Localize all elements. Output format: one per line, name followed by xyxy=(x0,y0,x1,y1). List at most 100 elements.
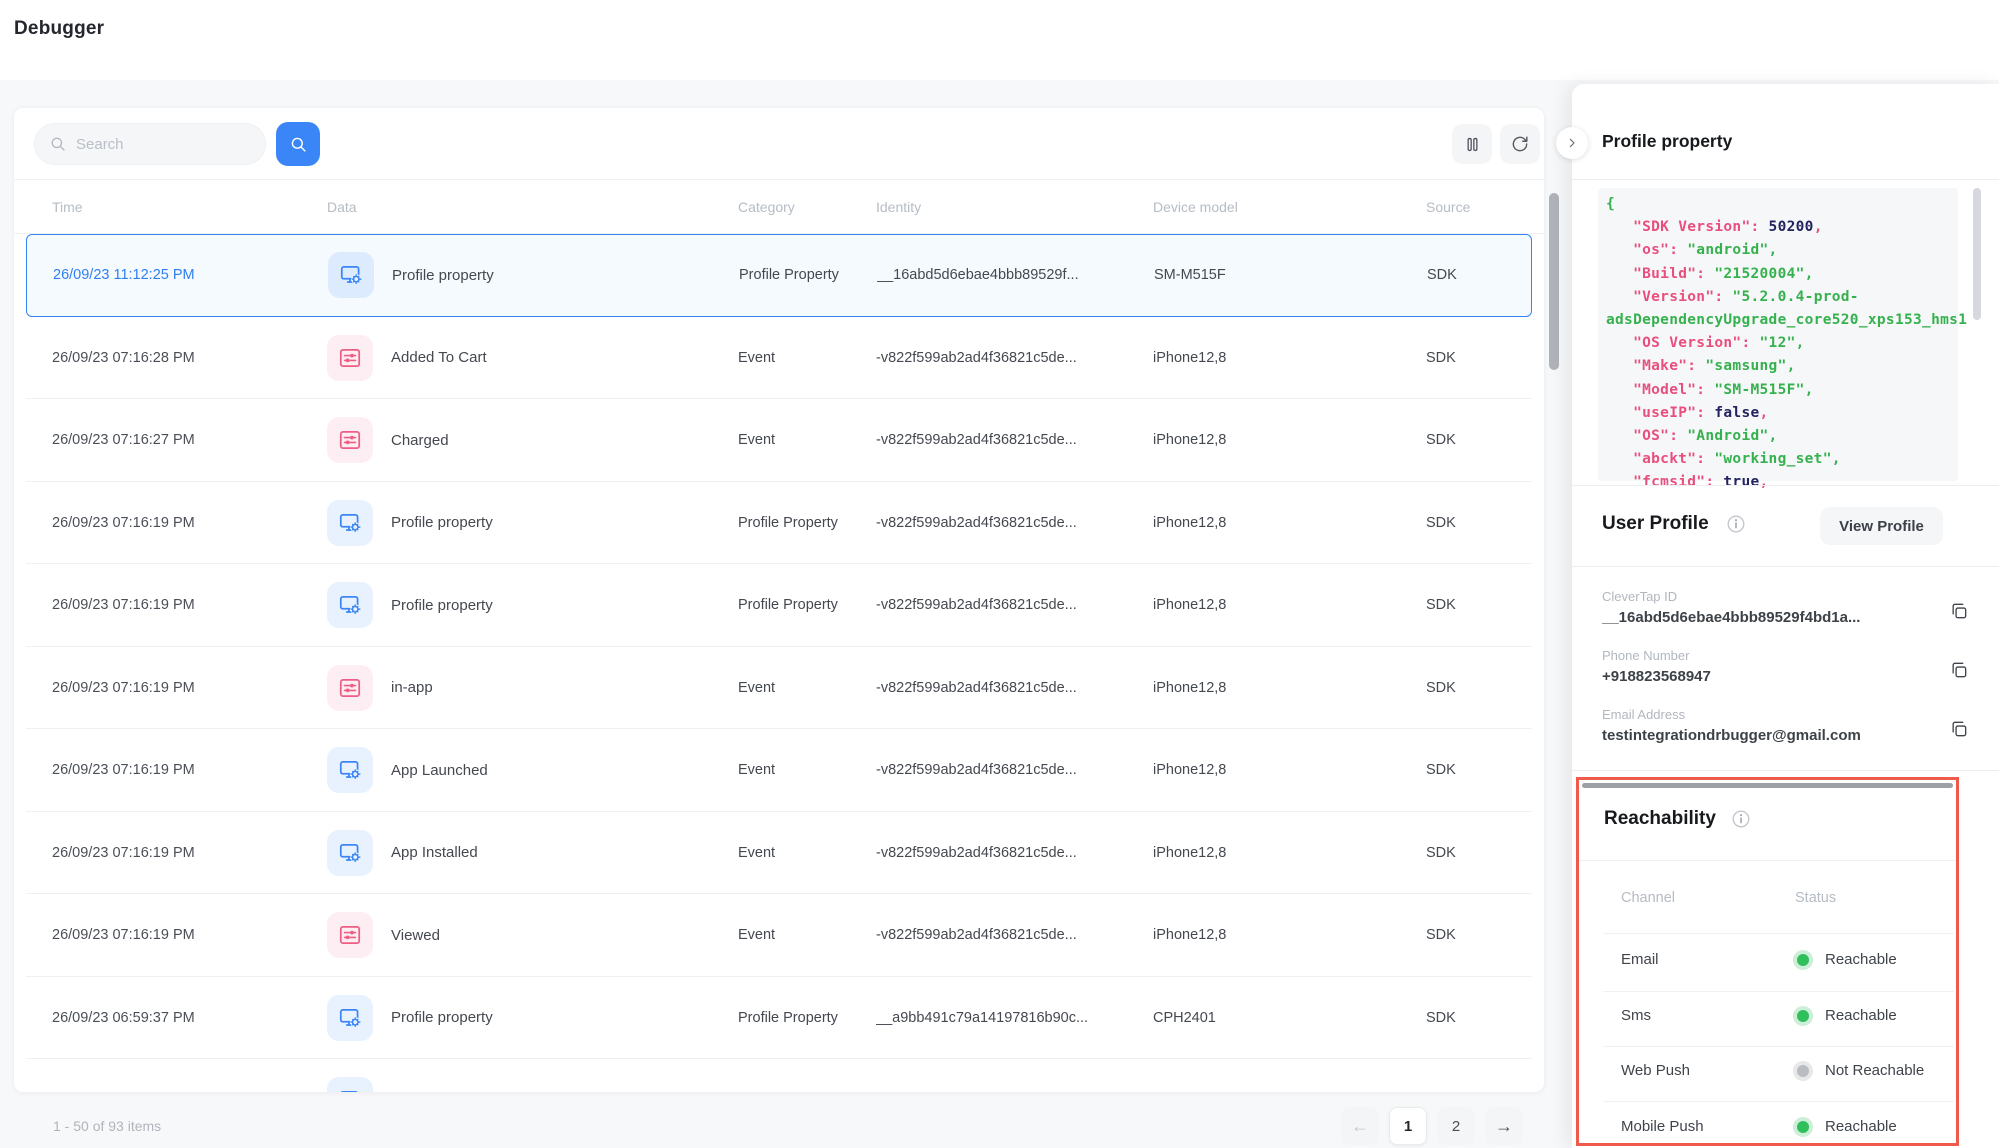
search-icon xyxy=(49,135,67,153)
profile-field-phone-number: Phone Number+918823568947 xyxy=(1602,648,1969,689)
reachability-info-icon[interactable] xyxy=(1730,808,1752,830)
cell-data: in-app xyxy=(327,665,738,711)
cell-time: 26/09/23 07:16:19 PM xyxy=(52,515,327,531)
table-row-partial[interactable] xyxy=(26,1059,1532,1093)
user-profile-info-icon[interactable] xyxy=(1725,513,1747,535)
cell-category: Event xyxy=(738,845,876,861)
cell-category: Event xyxy=(738,350,876,366)
reachable-dot-icon xyxy=(1797,1121,1809,1133)
pause-icon xyxy=(1463,135,1482,154)
profile-property-icon-badge xyxy=(327,1077,373,1093)
cell-identity: -v822f599ab2ad4f36821c5de... xyxy=(876,762,1153,778)
table-vertical-scrollbar[interactable] xyxy=(1549,193,1559,370)
cell-identity: -v822f599ab2ad4f36821c5de... xyxy=(876,597,1153,613)
event-icon-badge xyxy=(327,912,373,958)
event-icon-badge xyxy=(327,417,373,463)
event-json-viewer[interactable]: { "SDK Version": 50200, "os": "android",… xyxy=(1598,188,1958,481)
table-row[interactable]: 26/09/23 07:16:19 PM in-appEvent-v822f59… xyxy=(26,647,1532,730)
reachable-dot-icon xyxy=(1797,1010,1809,1022)
table-row[interactable]: 26/09/23 06:59:37 PM Profile propertyPro… xyxy=(26,977,1532,1060)
cell-time: 26/09/23 07:16:19 PM xyxy=(52,762,327,778)
json-code-line: "fcmsid": true, xyxy=(1606,471,1958,494)
json-code-line: "OS": "Android", xyxy=(1606,425,1958,448)
field-value: __16abd5d6ebae4bbb89529f4bd1a... xyxy=(1602,609,1969,626)
cell-category: Profile Property xyxy=(738,515,876,531)
table-row[interactable]: 26/09/23 07:16:19 PM App LaunchedEvent-v… xyxy=(26,729,1532,812)
event-name-label: Charged xyxy=(391,432,449,449)
copy-icon xyxy=(1949,660,1969,680)
event-name-label: Profile property xyxy=(391,597,493,614)
search-submit-button[interactable] xyxy=(276,122,320,166)
cell-source: SDK xyxy=(1426,597,1532,613)
search-box[interactable] xyxy=(34,123,266,165)
cell-device: iPhone12,8 xyxy=(1153,762,1426,778)
field-label: CleverTap ID xyxy=(1602,589,1969,604)
reachability-status: Reachable xyxy=(1825,951,1897,968)
table-row[interactable]: 26/09/23 11:12:25 PM Profile propertyPro… xyxy=(26,234,1532,317)
json-code-line: "SDK Version": 50200, xyxy=(1606,216,1958,239)
json-code-line: "Version": "5.2.0.4-prod- xyxy=(1606,286,1958,309)
pause-stream-button[interactable] xyxy=(1452,124,1492,164)
table-row[interactable]: 26/09/23 07:16:19 PM Profile property Pro… xyxy=(26,482,1532,565)
event-name-label: Profile property xyxy=(391,514,493,531)
cell-category: Event xyxy=(738,762,876,778)
cell-time: 26/09/23 11:12:25 PM xyxy=(53,267,328,283)
cell-device: iPhone12,8 xyxy=(1153,927,1426,943)
next-page-button[interactable]: → xyxy=(1485,1107,1523,1145)
debugger-table-card: TimeDataCategoryIdentityDevice modelSour… xyxy=(13,107,1545,1093)
cell-time: 26/09/23 07:16:27 PM xyxy=(52,432,327,448)
table-row[interactable]: 26/09/23 07:16:19 PM Profile propertyPro… xyxy=(26,564,1532,647)
json-code-line: { xyxy=(1606,193,1958,216)
field-value: +918823568947 xyxy=(1602,668,1969,685)
reachability-title: Reachability xyxy=(1604,808,1716,830)
view-profile-button[interactable]: View Profile xyxy=(1820,507,1943,545)
column-header-identity: Identity xyxy=(876,199,1153,215)
cell-time: 26/09/23 06:59:37 PM xyxy=(52,1010,327,1026)
device-gear-icon xyxy=(337,1005,363,1031)
event-sliders-icon xyxy=(337,345,363,371)
page-button-2[interactable]: 2 xyxy=(1437,1107,1475,1145)
detail-panel-title: Profile property xyxy=(1602,131,1732,152)
chevron-right-icon xyxy=(1564,135,1580,151)
refresh-button[interactable] xyxy=(1500,124,1540,164)
cell-category: Event xyxy=(738,680,876,696)
cell-data: Added To Cart xyxy=(327,335,738,381)
page-button-1[interactable]: 1 xyxy=(1389,1107,1427,1145)
cell-source: SDK xyxy=(1426,845,1532,861)
cell-source: SDK xyxy=(1426,762,1532,778)
json-code-line: "os": "android", xyxy=(1606,239,1958,262)
cell-data: Profile property xyxy=(327,995,738,1041)
column-header-category: Category xyxy=(738,199,876,215)
cell-time: 26/09/23 07:16:28 PM xyxy=(52,350,327,366)
reachability-col-channel: Channel xyxy=(1621,890,1675,906)
cell-category: Event xyxy=(738,432,876,448)
cell-identity: -v822f599ab2ad4f36821c5de... xyxy=(876,350,1153,366)
reachability-top-scrollbar xyxy=(1582,783,1953,788)
reachability-channel: Email xyxy=(1621,951,1659,968)
copy-button[interactable] xyxy=(1949,599,1973,623)
table-row[interactable]: 26/09/23 07:16:27 PM Charged Event-v822f5… xyxy=(26,399,1532,482)
cell-identity: -v822f599ab2ad4f36821c5de... xyxy=(876,432,1153,448)
device-gear-icon xyxy=(337,510,363,536)
device-gear-icon xyxy=(337,1087,363,1093)
prev-page-button[interactable]: ← xyxy=(1341,1107,1379,1145)
user-profile-title: User Profile xyxy=(1602,513,1709,535)
detail-panel: Profile property { "SDK Version": 50200,… xyxy=(1572,84,1999,1148)
table-header-row: TimeDataCategoryIdentityDevice modelSour… xyxy=(14,180,1544,234)
cell-category: Event xyxy=(738,927,876,943)
cell-device: iPhone12,8 xyxy=(1153,350,1426,366)
cell-data: App Installed xyxy=(327,830,738,876)
profile-property-icon-badge xyxy=(328,252,374,298)
table-row[interactable]: 26/09/23 07:16:19 PM ViewedEvent-v822f59… xyxy=(26,894,1532,977)
copy-button[interactable] xyxy=(1949,717,1973,741)
column-header-time: Time xyxy=(52,199,327,215)
event-name-label: Profile property xyxy=(391,1009,493,1026)
copy-button[interactable] xyxy=(1949,658,1973,682)
panel-collapse-button[interactable] xyxy=(1556,127,1588,159)
search-input[interactable] xyxy=(76,136,246,153)
column-header-source: Source xyxy=(1426,199,1544,215)
table-row[interactable]: 26/09/23 07:16:19 PM App InstalledEvent-… xyxy=(26,812,1532,895)
copy-icon xyxy=(1949,719,1969,739)
panel-vertical-scrollbar[interactable] xyxy=(1973,188,1981,320)
table-row[interactable]: 26/09/23 07:16:28 PM Added To CartEvent-… xyxy=(26,317,1532,400)
